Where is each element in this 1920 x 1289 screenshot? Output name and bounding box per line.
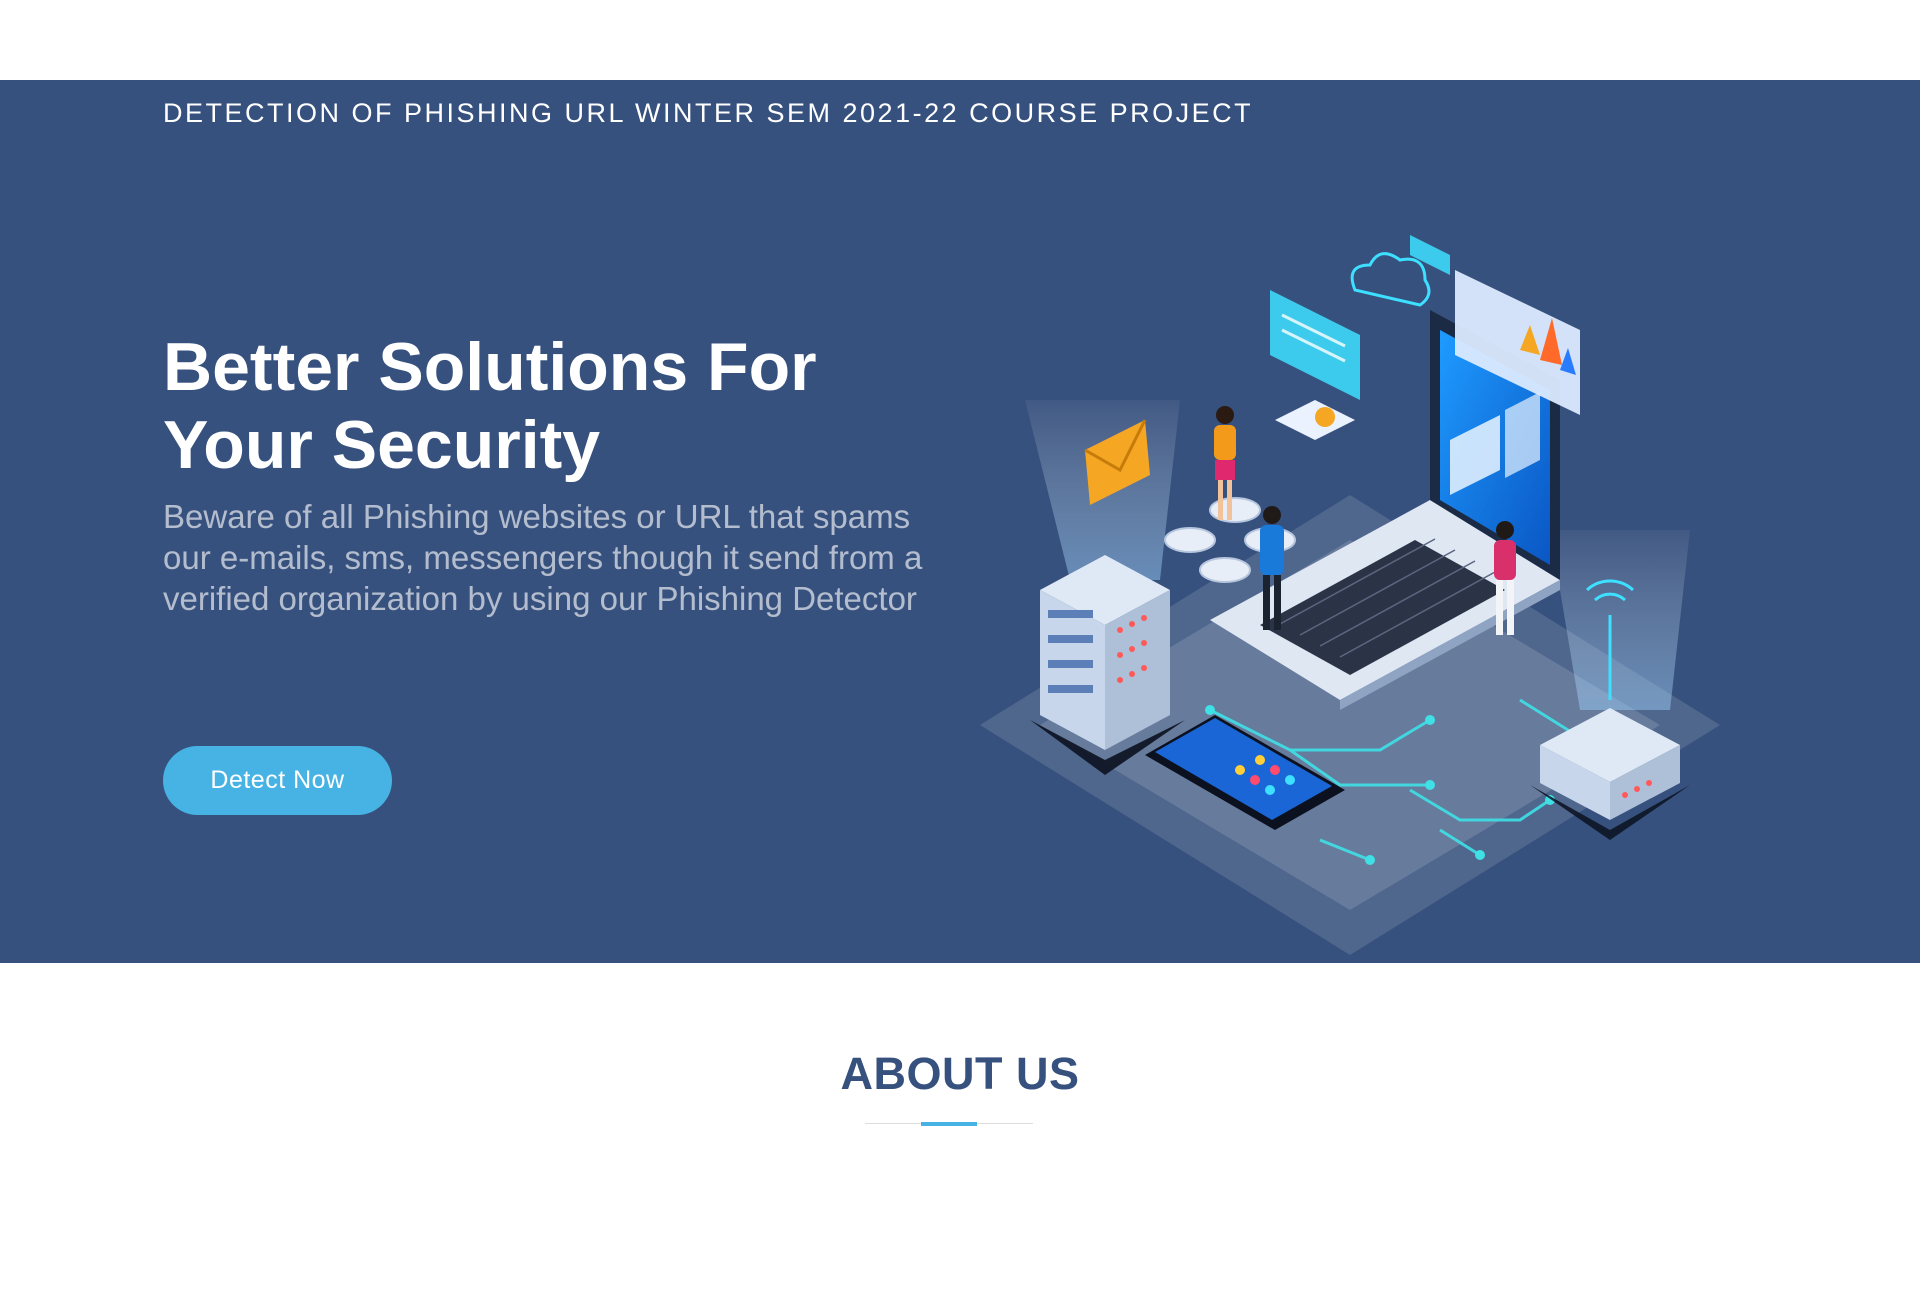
detect-now-button[interactable]: Detect Now [163, 746, 392, 815]
about-divider-accent [921, 1122, 977, 1126]
top-whitespace [0, 0, 1920, 80]
site-brand-title[interactable]: DETECTION OF PHISHING URL WINTER SEM 202… [163, 98, 1253, 129]
about-title: ABOUT US [840, 1048, 1080, 1099]
hero-title-line-1: Better Solutions For [163, 329, 817, 405]
hero-title-line-2: Your Security [163, 407, 601, 483]
hero-section: DETECTION OF PHISHING URL WINTER SEM 202… [0, 80, 1920, 963]
about-section: ABOUT US [0, 963, 1920, 1289]
hero-title: Better Solutions For Your Security [163, 328, 943, 484]
isometric-security-illustration-icon [980, 235, 1720, 955]
hero-subtitle: Beware of all Phishing websites or URL t… [163, 498, 923, 617]
